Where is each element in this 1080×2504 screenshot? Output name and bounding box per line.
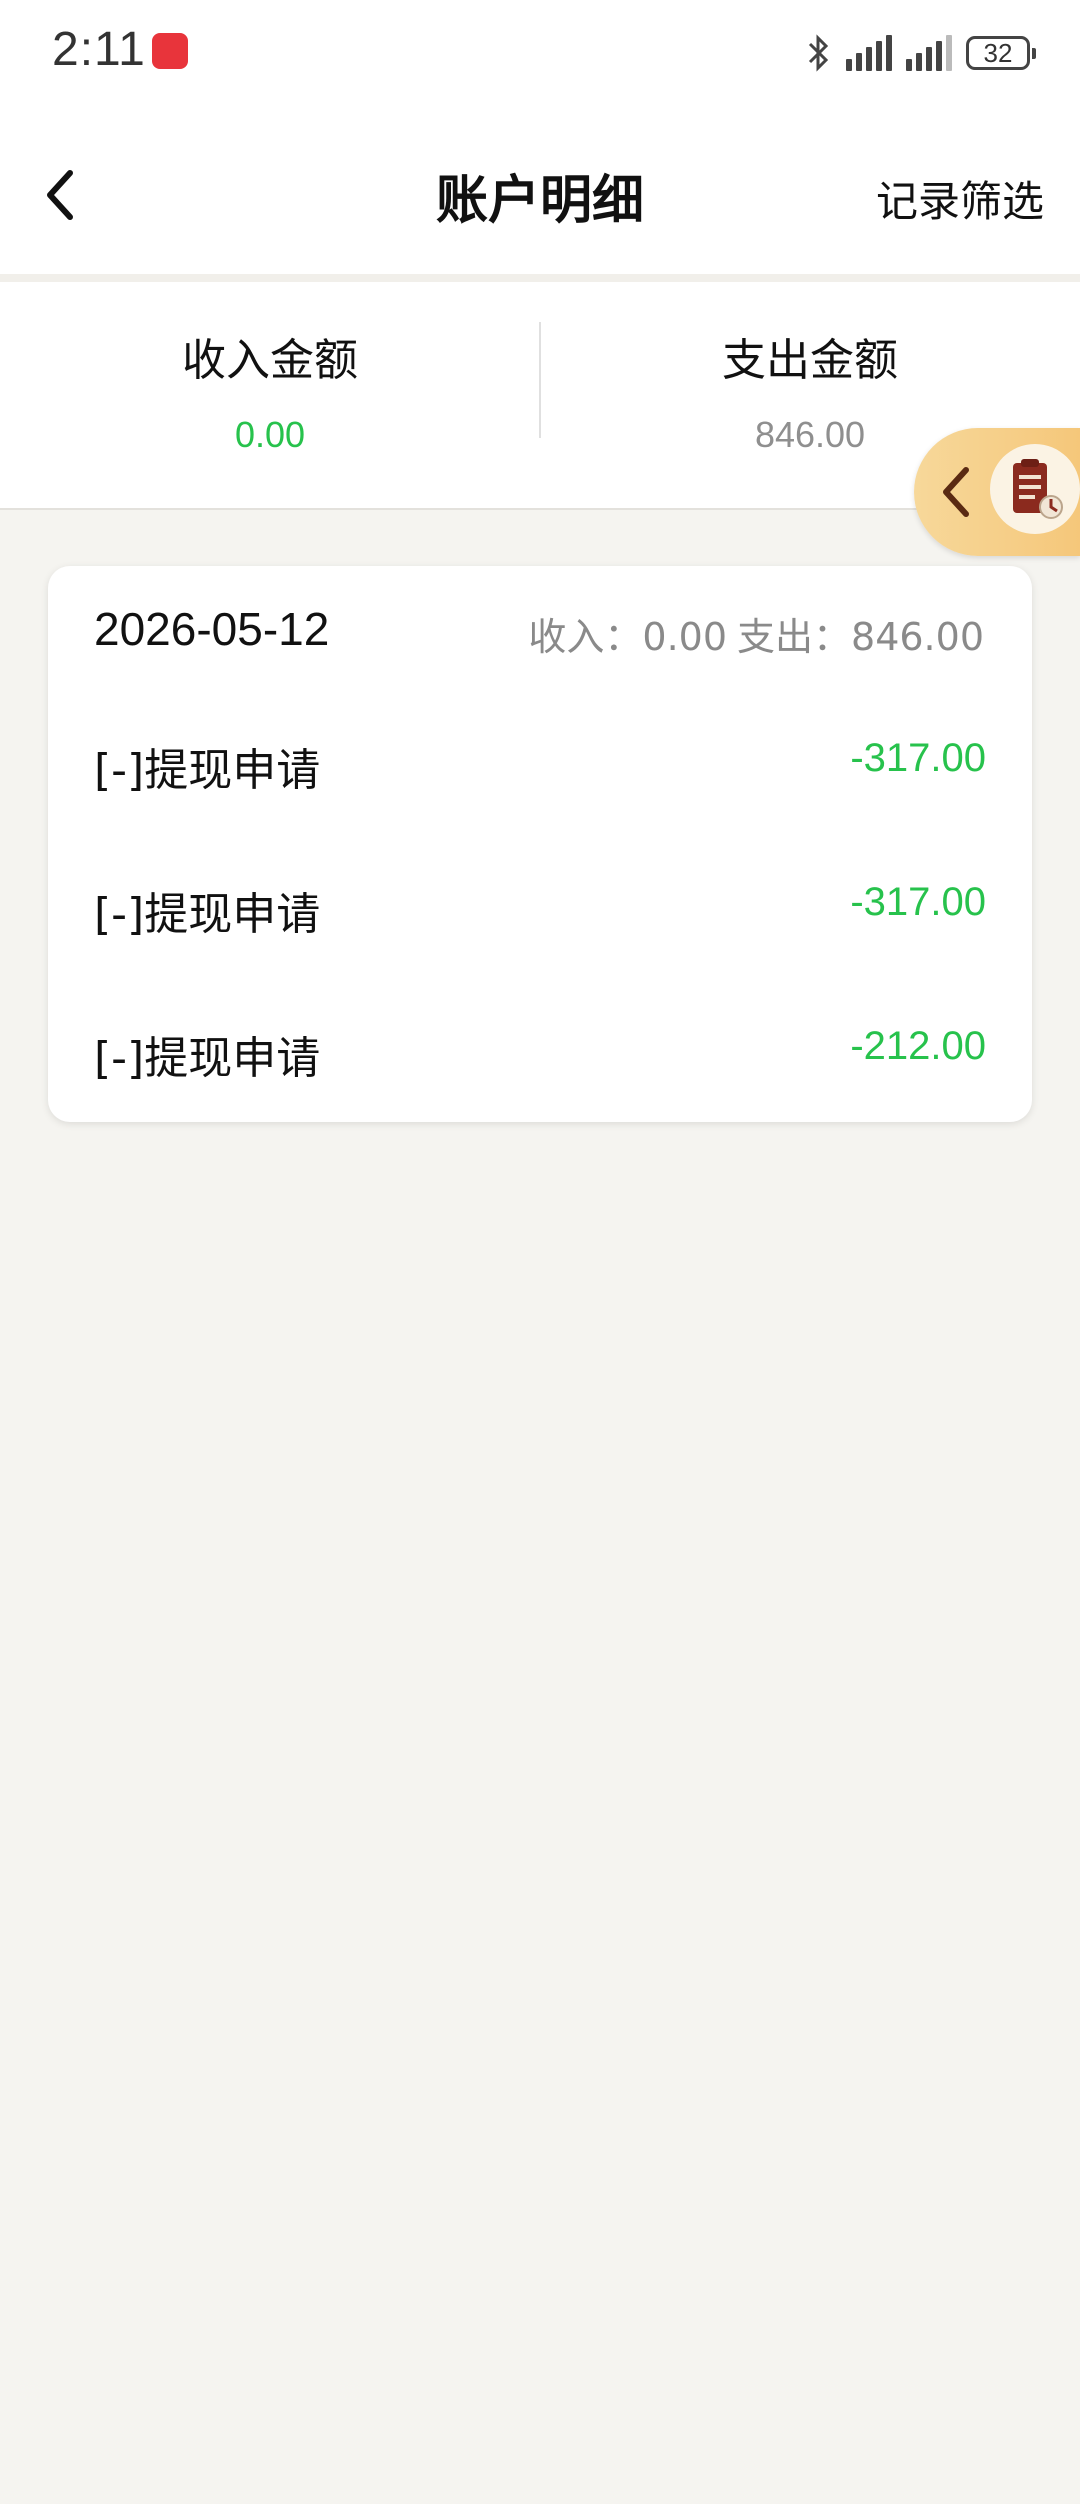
list-item[interactable]: [-]提现申请 -317.00 — [94, 860, 986, 950]
record-date: 2026-05-12 — [94, 603, 330, 655]
battery-icon: 32 — [966, 36, 1036, 70]
nav-divider — [0, 274, 1080, 282]
chevron-left-icon — [943, 467, 969, 517]
status-icons: 32 — [806, 26, 1036, 80]
status-time: 2:11 — [52, 23, 146, 76]
income-summary: 收入金额 0.00 — [0, 282, 540, 508]
record-label: [-]提现申请 — [94, 889, 321, 940]
record-amount: -317.00 — [850, 880, 986, 924]
clipboard-icon — [990, 444, 1080, 534]
day-income: 收入：0.00 — [528, 615, 728, 659]
record-card: 2026-05-12 收入：0.00 支出：846.00 [-]提现申请 -31… — [48, 566, 1032, 1122]
app-notification-icon — [152, 33, 188, 69]
day-summary: 收入：0.00 支出：846.00 — [528, 606, 984, 661]
signal-icon — [846, 35, 892, 71]
record-amount: -317.00 — [850, 736, 986, 780]
bluetooth-icon — [808, 34, 829, 72]
expense-label: 支出金额 — [722, 335, 898, 386]
status-bar: 2:11 32 — [0, 0, 1080, 110]
floating-side-tab[interactable] — [914, 428, 1080, 556]
record-amount: -212.00 — [850, 1024, 986, 1068]
nav-bar: 账户明细 记录筛选 — [0, 110, 1080, 274]
battery-level: 32 — [983, 37, 1013, 68]
day-expense: 支出：846.00 — [737, 615, 984, 659]
signal-2-icon — [906, 35, 952, 71]
record-label: [-]提现申请 — [94, 745, 321, 796]
record-label: [-]提现申请 — [94, 1033, 321, 1084]
record-filter-button[interactable]: 记录筛选 — [876, 168, 1044, 229]
income-value: 0.00 — [234, 414, 306, 455]
list-item[interactable]: [-]提现申请 -317.00 — [94, 716, 986, 806]
income-label: 收入金额 — [182, 335, 358, 386]
list-item[interactable]: [-]提现申请 -212.00 — [94, 1004, 986, 1094]
